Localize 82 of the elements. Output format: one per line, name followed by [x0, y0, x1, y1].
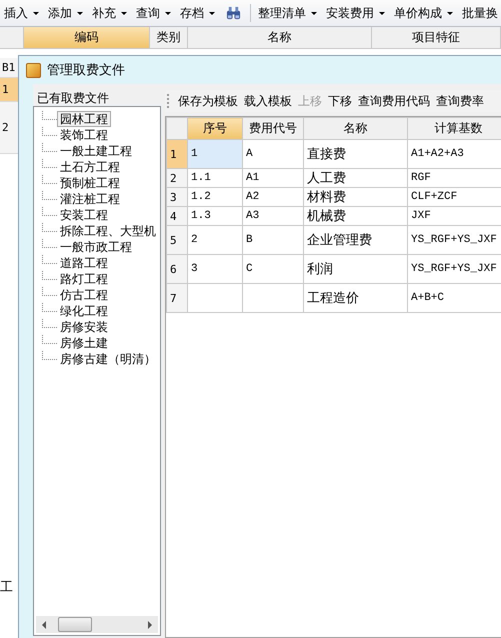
toolbar-button[interactable]: 查询费率: [433, 92, 487, 110]
caret-icon[interactable]: [165, 12, 171, 14]
column-header[interactable]: 费用代号: [242, 118, 304, 140]
row-number[interactable]: 4: [166, 206, 188, 226]
table-cell: 1.3: [188, 206, 242, 226]
toolbar-menu[interactable]: 查询: [134, 4, 162, 22]
tree-item[interactable]: 土石方工程: [57, 159, 123, 175]
toolbar-button[interactable]: 保存为模板: [175, 92, 241, 110]
toolbar-menu[interactable]: 批量换: [460, 4, 500, 22]
column-header[interactable]: 项目特征: [372, 27, 501, 48]
column-header[interactable]: 类别: [150, 27, 188, 48]
table-cell: A: [242, 140, 304, 168]
table-cell: 2: [188, 226, 242, 254]
row-number[interactable]: 6: [166, 254, 188, 284]
table-cell: 1.2: [188, 188, 242, 206]
table-cell: A3: [242, 206, 304, 226]
panel-label: 已有取费文件: [36, 90, 110, 106]
column-header[interactable]: 序号: [188, 118, 242, 140]
column-header[interactable]: 计算基数: [408, 118, 501, 140]
caret-icon[interactable]: [33, 12, 39, 14]
horizontal-scrollbar[interactable]: [36, 616, 158, 633]
tree-item[interactable]: 房修古建（明清）: [57, 351, 159, 367]
table-cell: 1: [188, 140, 242, 168]
tree-item[interactable]: 预制桩工程: [57, 175, 123, 191]
dialog-title: 管理取费文件: [47, 62, 125, 79]
column-header[interactable]: 编码: [24, 27, 150, 48]
toolbar-button[interactable]: 查询费用代码: [355, 92, 433, 110]
table-cell: 工程造价: [304, 284, 408, 312]
table-cell: 利润: [304, 254, 408, 284]
column-header[interactable]: 名称: [188, 27, 372, 48]
row-number[interactable]: 7: [166, 284, 188, 312]
app-icon: [26, 62, 41, 78]
toolbar-menu[interactable]: 单价构成: [392, 4, 444, 22]
scroll-thumb[interactable]: [58, 617, 92, 632]
row-number[interactable]: 5: [166, 226, 188, 254]
toolbar-grip[interactable]: [167, 94, 171, 108]
column-header[interactable]: 名称: [304, 118, 408, 140]
table-cell: A1: [242, 168, 304, 188]
binoculars-icon[interactable]: [226, 6, 241, 20]
tree-item[interactable]: 仿古工程: [57, 287, 111, 303]
tree-item[interactable]: 拆除工程、大型机: [57, 223, 159, 239]
tree-item[interactable]: 安装工程: [57, 207, 111, 223]
row-number[interactable]: 1: [166, 140, 188, 168]
caret-icon[interactable]: [209, 12, 215, 14]
table-cell: 企业管理费: [304, 226, 408, 254]
table-cell: C: [242, 254, 304, 284]
tree-item[interactable]: 一般市政工程: [57, 239, 135, 255]
tab-label[interactable]: 工: [0, 580, 13, 595]
toolbar-menu[interactable]: 补充: [90, 4, 118, 22]
tree-item[interactable]: 园林工程: [57, 111, 111, 127]
toolbar-menu[interactable]: 安装费用: [324, 4, 376, 22]
caret-icon[interactable]: [311, 12, 317, 14]
table-cell: 3: [188, 254, 242, 284]
table-cell: 机械费: [304, 206, 408, 226]
tree-item[interactable]: 装饰工程: [57, 127, 111, 143]
table-cell: 直接费: [304, 140, 408, 168]
toolbar-menu[interactable]: 添加: [46, 4, 74, 22]
table-cell: 材料费: [304, 188, 408, 206]
tree-item[interactable]: 绿化工程: [57, 303, 111, 319]
tree-item[interactable]: 房修安装: [57, 319, 111, 335]
caret-icon[interactable]: [77, 12, 83, 14]
row-number[interactable]: 3: [166, 188, 188, 206]
table-cell: A2: [242, 188, 304, 206]
table-cell: 1.1: [188, 168, 242, 188]
tree-item[interactable]: 道路工程: [57, 255, 111, 271]
table-cell: B: [242, 226, 304, 254]
caret-icon[interactable]: [379, 12, 385, 14]
tree-item[interactable]: 路灯工程: [57, 271, 111, 287]
caret-icon[interactable]: [447, 12, 453, 14]
toolbar-menu[interactable]: 整理清单: [256, 4, 308, 22]
toolbar-button[interactable]: 载入模板: [241, 92, 295, 110]
toolbar-button[interactable]: 下移: [325, 92, 355, 110]
toolbar-menu[interactable]: 插入: [2, 4, 30, 22]
caret-icon[interactable]: [121, 12, 127, 14]
tree-item[interactable]: 一般土建工程: [57, 143, 135, 159]
scroll-right-icon[interactable]: [148, 620, 152, 628]
toolbar-menu[interactable]: 存档: [178, 4, 206, 22]
scroll-left-icon[interactable]: [42, 620, 46, 628]
row-number[interactable]: 2: [166, 168, 188, 188]
table-cell: 人工费: [304, 168, 408, 188]
tree-item[interactable]: 房修土建: [57, 335, 111, 351]
tree-item[interactable]: 灌注桩工程: [57, 191, 123, 207]
